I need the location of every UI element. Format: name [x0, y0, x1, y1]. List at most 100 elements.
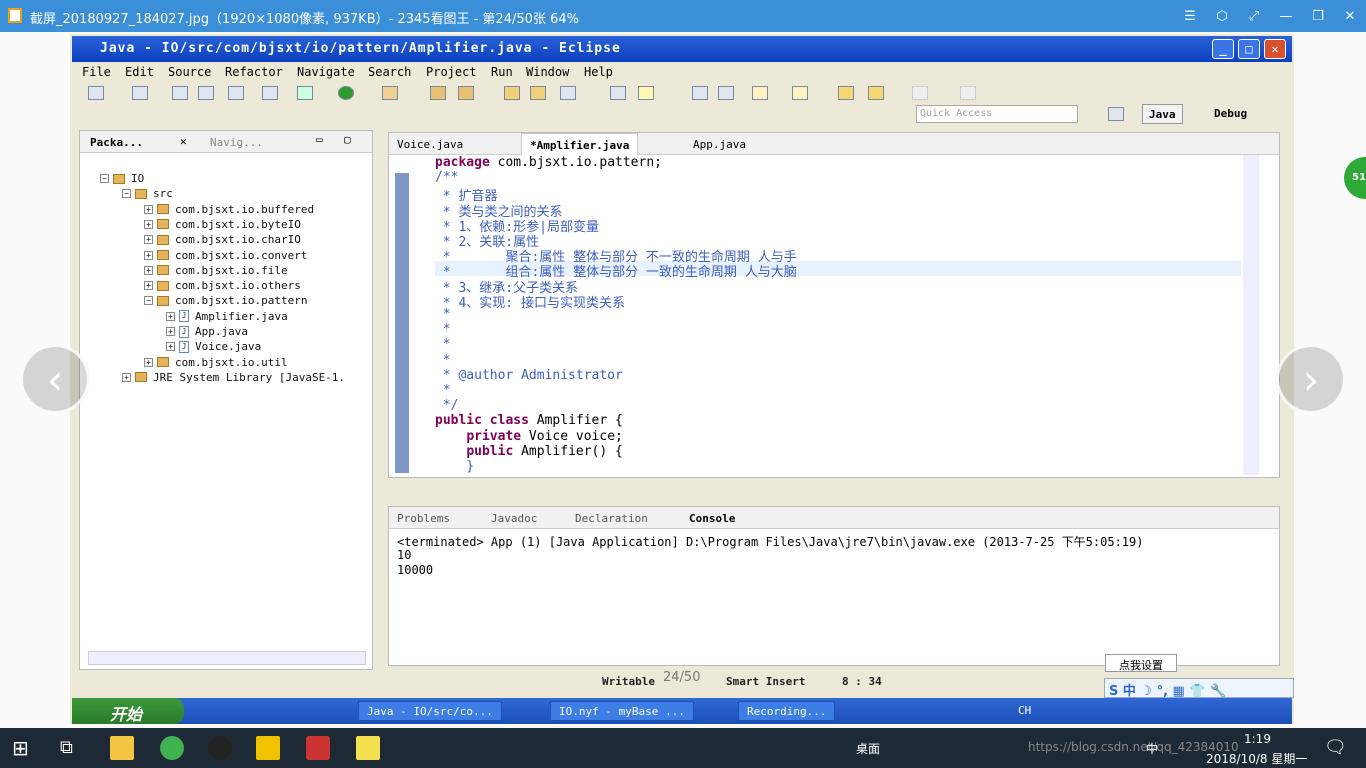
- previous-image-button[interactable]: ‹: [20, 344, 90, 414]
- close-icon[interactable]: ✕: [180, 135, 187, 148]
- help-tool-icon[interactable]: [356, 736, 380, 760]
- tree-item[interactable]: − src: [122, 186, 173, 201]
- tree-item[interactable]: + com.bjsxt.io.buffered: [144, 202, 314, 217]
- menu-edit[interactable]: Edit: [125, 65, 154, 79]
- tab-package-explorer[interactable]: Packa...: [90, 136, 143, 149]
- game-icon[interactable]: [306, 736, 330, 760]
- external-tools-icon[interactable]: [382, 86, 398, 100]
- quick-access-input[interactable]: Quick Access: [916, 105, 1078, 123]
- menu-file[interactable]: File: [82, 65, 111, 79]
- eclipse-close-button[interactable]: ✕: [1264, 39, 1286, 59]
- image-viewer-taskbar-icon[interactable]: [256, 736, 280, 760]
- tab-voice-java[interactable]: Voice.java: [389, 133, 471, 155]
- tree-item[interactable]: + J Voice.java: [166, 339, 261, 354]
- expand-toggle-icon[interactable]: +: [144, 219, 153, 229]
- tab-console[interactable]: Console: [689, 512, 735, 525]
- eclipse-minimize-button[interactable]: _: [1212, 39, 1234, 59]
- expand-toggle-icon[interactable]: +: [144, 281, 153, 291]
- horizontal-scrollbar[interactable]: [88, 651, 366, 665]
- save-icon[interactable]: [172, 86, 188, 100]
- open-type-icon[interactable]: [504, 86, 520, 100]
- windows-start-icon[interactable]: ⊞: [12, 736, 36, 760]
- tree-item[interactable]: − IO: [100, 171, 144, 186]
- expand-toggle-icon[interactable]: +: [144, 250, 153, 260]
- menu-source[interactable]: Source: [168, 65, 211, 79]
- expand-toggle-icon[interactable]: +: [166, 327, 175, 336]
- highlight-icon[interactable]: [638, 86, 654, 100]
- new-package-icon[interactable]: [430, 86, 446, 100]
- tree-item[interactable]: + com.bjsxt.io.util: [144, 355, 288, 370]
- expand-toggle-icon[interactable]: +: [166, 342, 175, 352]
- tray-desktop-label[interactable]: 桌面: [856, 740, 880, 757]
- menu-run[interactable]: Run: [491, 65, 513, 79]
- editor-vertical-scrollbar[interactable]: [1243, 155, 1259, 475]
- menu-help[interactable]: Help: [584, 65, 613, 79]
- block-selection-icon[interactable]: [692, 86, 708, 100]
- expand-toggle-icon[interactable]: +: [144, 265, 153, 275]
- tab-navigator[interactable]: Navig...: [210, 136, 263, 149]
- next-annotation-icon[interactable]: [752, 86, 768, 100]
- tree-item[interactable]: + com.bjsxt.io.others: [144, 278, 301, 293]
- ime-toolbar[interactable]: S 中 ☽ °, ▦ 👕 🔧: [1104, 678, 1294, 699]
- fullscreen-icon[interactable]: ⤢: [1238, 0, 1270, 32]
- task-view-icon[interactable]: ⧉: [60, 736, 84, 760]
- new-class-icon[interactable]: [458, 86, 474, 100]
- tab-app-java[interactable]: App.java: [685, 133, 754, 155]
- back-icon[interactable]: [838, 86, 854, 100]
- qq-icon[interactable]: [208, 736, 232, 760]
- search-icon[interactable]: [560, 86, 576, 100]
- tree-item[interactable]: + J App.java: [166, 324, 248, 339]
- menu-window[interactable]: Window: [526, 65, 569, 79]
- browser-icon[interactable]: [160, 736, 184, 760]
- expand-toggle-icon[interactable]: −: [122, 189, 131, 199]
- clock-time[interactable]: 1:19: [1244, 732, 1271, 746]
- expand-toggle-icon[interactable]: +: [144, 204, 153, 214]
- show-whitespace-icon[interactable]: [718, 86, 734, 100]
- menu-navigate[interactable]: Navigate: [297, 65, 355, 79]
- taskbar-eclipse[interactable]: Java - IO/src/co...: [358, 701, 502, 721]
- last-edit-icon[interactable]: [912, 86, 928, 100]
- tab-amplifier-java[interactable]: *Amplifier.java: [521, 133, 639, 155]
- maximize-icon[interactable]: ▢: [344, 133, 351, 146]
- run-icon[interactable]: [338, 86, 354, 100]
- open-perspective-icon[interactable]: [1108, 107, 1124, 121]
- open-task-icon[interactable]: [530, 86, 546, 100]
- expand-toggle-icon[interactable]: +: [144, 357, 153, 367]
- eclipse-maximize-button[interactable]: □: [1238, 39, 1260, 59]
- taskbar-mybase[interactable]: IO.nyf - myBase ...: [550, 701, 694, 721]
- tab-declaration[interactable]: Declaration: [575, 512, 648, 525]
- open-icon[interactable]: [132, 86, 148, 100]
- print-icon[interactable]: [228, 86, 244, 100]
- close-button[interactable]: ✕: [1334, 0, 1366, 32]
- debug-icon[interactable]: [297, 86, 313, 100]
- perspective-debug-button[interactable]: Debug: [1208, 104, 1253, 124]
- skin-icon[interactable]: ⬡: [1206, 0, 1238, 32]
- tree-item[interactable]: − com.bjsxt.io.pattern: [144, 293, 307, 308]
- expand-toggle-icon[interactable]: +: [144, 235, 153, 245]
- tree-item[interactable]: + com.bjsxt.io.convert: [144, 248, 307, 263]
- menu-refactor[interactable]: Refactor: [225, 65, 283, 79]
- expand-toggle-icon[interactable]: +: [166, 311, 175, 321]
- tab-problems[interactable]: Problems: [397, 512, 450, 525]
- prev-annotation-icon[interactable]: [792, 86, 808, 100]
- pin-icon[interactable]: [960, 86, 976, 100]
- tree-item[interactable]: + com.bjsxt.io.byteIO: [144, 217, 301, 232]
- forward-icon[interactable]: [868, 86, 884, 100]
- expand-toggle-icon[interactable]: −: [100, 174, 109, 183]
- skip-breakpoints-icon[interactable]: [262, 86, 278, 100]
- maximize-button[interactable]: ❐: [1302, 0, 1334, 32]
- taskbar-recording[interactable]: Recording...: [738, 701, 836, 721]
- expand-toggle-icon[interactable]: −: [144, 296, 153, 306]
- minimize-icon[interactable]: ▭: [316, 133, 323, 146]
- menu-project[interactable]: Project: [426, 65, 477, 79]
- tray-ime-label[interactable]: 中: [1146, 740, 1158, 757]
- next-image-button[interactable]: ›: [1276, 344, 1346, 414]
- expand-toggle-icon[interactable]: +: [122, 372, 131, 382]
- clock-date[interactable]: 2018/10/8 星期一: [1206, 750, 1307, 767]
- tree-item[interactable]: + JRE System Library [JavaSE-1.: [122, 370, 345, 385]
- save-all-icon[interactable]: [198, 86, 214, 100]
- xp-start-button[interactable]: 开始: [72, 698, 184, 724]
- new-icon[interactable]: [88, 86, 104, 100]
- file-explorer-icon[interactable]: [110, 736, 134, 760]
- menu-icon[interactable]: ☰: [1174, 0, 1206, 32]
